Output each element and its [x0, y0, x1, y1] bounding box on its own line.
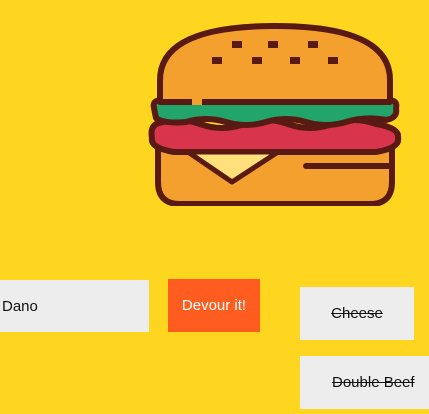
patty [148, 117, 402, 155]
burger-name-input[interactable] [0, 280, 149, 332]
top-bun [157, 23, 393, 105]
devoured-burger-item[interactable]: Cheese [300, 287, 414, 340]
hamburger-icon [148, 23, 402, 206]
devoured-burger-item[interactable]: Double Beef [300, 356, 429, 409]
bun-highlight [192, 99, 202, 105]
devour-button[interactable]: Devour it! [168, 279, 260, 332]
